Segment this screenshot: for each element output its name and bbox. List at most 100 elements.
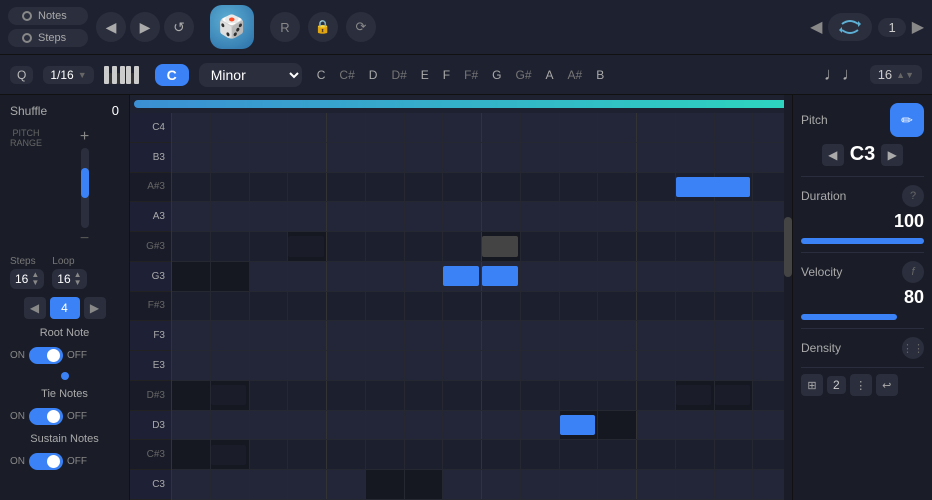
grid-cell[interactable] — [637, 232, 676, 261]
grid-row[interactable] — [172, 381, 792, 411]
grid-cell[interactable] — [172, 470, 211, 499]
grid-cell[interactable] — [288, 262, 327, 291]
grid-cell[interactable] — [482, 202, 521, 231]
grid-cell[interactable] — [676, 351, 715, 380]
pitch-up-button[interactable]: ▶ — [881, 144, 903, 166]
grid-cell[interactable] — [637, 292, 676, 321]
grid-cell[interactable] — [637, 143, 676, 172]
nav-prev-button[interactable]: ◀ — [96, 12, 126, 42]
grid-cell[interactable] — [366, 262, 405, 291]
note-block[interactable] — [211, 385, 247, 405]
grid-cell[interactable] — [715, 202, 754, 231]
grid-row[interactable] — [172, 113, 792, 143]
note-f[interactable]: F — [438, 66, 455, 84]
grid-cell[interactable] — [637, 262, 676, 291]
grid-cell[interactable] — [405, 440, 444, 469]
grid-cell[interactable] — [637, 440, 676, 469]
grid-cell[interactable] — [715, 440, 754, 469]
grid-cell[interactable] — [288, 113, 327, 142]
grid-cell[interactable] — [443, 470, 482, 499]
grid-cell[interactable] — [521, 351, 560, 380]
grid-cell[interactable] — [637, 113, 676, 142]
note-asharp[interactable]: A# — [563, 66, 588, 84]
grid-cell[interactable] — [598, 321, 637, 350]
grid-cell[interactable] — [715, 262, 754, 291]
grid-cell[interactable] — [560, 292, 599, 321]
pitch-slider[interactable] — [81, 148, 89, 228]
grid-cell[interactable] — [211, 202, 250, 231]
grid-cell[interactable] — [172, 113, 211, 142]
grid-cell[interactable] — [521, 173, 560, 202]
grid-cell[interactable] — [521, 232, 560, 261]
grid-cell[interactable] — [482, 381, 521, 410]
grid-cell[interactable] — [715, 113, 754, 142]
grid-cell[interactable] — [288, 381, 327, 410]
grid-cell[interactable] — [172, 292, 211, 321]
grid-row[interactable] — [172, 262, 792, 292]
grid-cell[interactable] — [405, 113, 444, 142]
grid-cell[interactable] — [211, 232, 250, 261]
note-block[interactable] — [443, 266, 479, 286]
grid-cell[interactable] — [482, 143, 521, 172]
grid-cell[interactable] — [250, 321, 289, 350]
grid-cell[interactable] — [560, 381, 599, 410]
grid-row[interactable] — [172, 440, 792, 470]
grid-cell[interactable] — [327, 321, 366, 350]
grid-cell[interactable] — [172, 321, 211, 350]
grid-cell[interactable] — [250, 173, 289, 202]
grid-cell[interactable] — [443, 232, 482, 261]
grid-cell[interactable] — [250, 411, 289, 440]
grid-cell[interactable] — [676, 440, 715, 469]
grid-cell[interactable] — [598, 202, 637, 231]
grid-cell[interactable] — [676, 470, 715, 499]
grid-cell[interactable] — [637, 381, 676, 410]
grid-cell[interactable] — [715, 470, 754, 499]
grid-cell[interactable] — [405, 143, 444, 172]
grid-cell[interactable] — [250, 262, 289, 291]
note-c[interactable]: C — [312, 66, 331, 84]
grid-cell[interactable] — [366, 381, 405, 410]
vert-scroll[interactable] — [784, 113, 792, 500]
note-block[interactable] — [482, 266, 518, 286]
grid-cell[interactable] — [676, 232, 715, 261]
grid-cell[interactable] — [560, 351, 599, 380]
note-csharp[interactable]: C# — [334, 66, 359, 84]
grid-cell[interactable] — [443, 143, 482, 172]
grid-cell[interactable] — [521, 292, 560, 321]
loop-prev-button[interactable]: ◀ — [810, 17, 822, 37]
grid-cell[interactable] — [521, 113, 560, 142]
grid-cell[interactable] — [521, 381, 560, 410]
duration-icon-button[interactable]: ? — [902, 185, 924, 207]
grid-cell[interactable] — [366, 232, 405, 261]
grid-cell[interactable] — [211, 292, 250, 321]
grid-cell[interactable] — [443, 381, 482, 410]
grid-cell[interactable] — [560, 173, 599, 202]
note-block[interactable] — [211, 445, 247, 465]
grid-cell[interactable] — [172, 381, 211, 410]
grid-cell[interactable] — [327, 202, 366, 231]
grid-row[interactable] — [172, 292, 792, 322]
grid-cell[interactable] — [443, 292, 482, 321]
note-a[interactable]: A — [541, 66, 559, 84]
grid-cell[interactable] — [521, 143, 560, 172]
r-button[interactable]: R — [270, 12, 300, 42]
note-d[interactable]: D — [364, 66, 383, 84]
grid-cell[interactable] — [211, 262, 250, 291]
grid-cell[interactable] — [637, 202, 676, 231]
quantize-value[interactable]: 1/16 ▼ — [43, 66, 93, 84]
grid-cell[interactable] — [211, 411, 250, 440]
sync-button[interactable]: ⟳ — [346, 12, 376, 42]
grid-cell[interactable] — [250, 470, 289, 499]
dice-icon[interactable]: 🎲 — [210, 5, 254, 49]
grid-cell[interactable] — [598, 292, 637, 321]
velocity-bar[interactable] — [801, 314, 897, 320]
grid-row[interactable] — [172, 202, 792, 232]
grid-cell[interactable] — [366, 411, 405, 440]
grid-cell[interactable] — [405, 262, 444, 291]
steps-down-button[interactable]: ▼ — [31, 279, 39, 287]
grid-cell[interactable] — [676, 143, 715, 172]
grid-cell[interactable] — [250, 113, 289, 142]
grid-area[interactable] — [172, 113, 792, 500]
grid-cell[interactable] — [327, 470, 366, 499]
grid-cell[interactable] — [327, 381, 366, 410]
